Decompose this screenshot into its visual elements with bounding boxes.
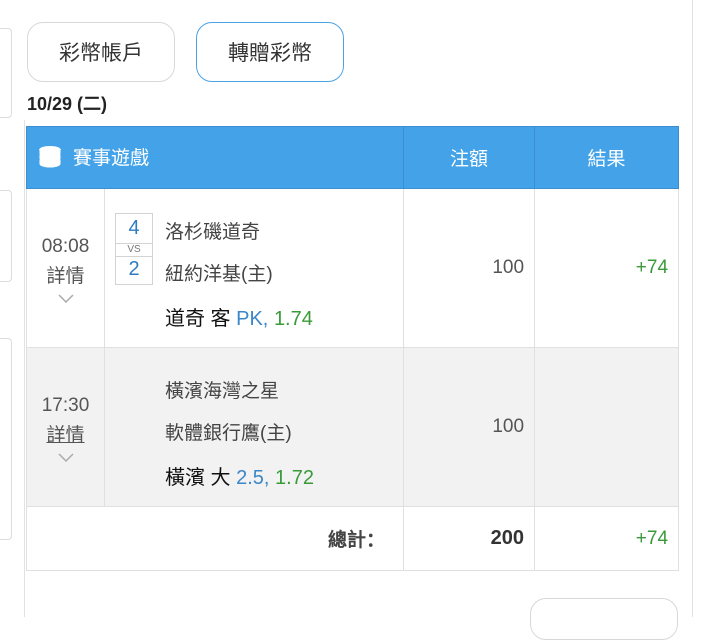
home-score: 4 bbox=[128, 217, 140, 239]
bet-selection: 道奇 客 PK, 1.74 bbox=[165, 302, 313, 331]
bet-total-line: 2.5, bbox=[236, 467, 270, 489]
header-stake: 注額 bbox=[403, 126, 536, 189]
table-row: 08:08 詳情 4 VS 2 洛杉磯道奇 紐約洋基(主) 道奇 客 PK, 1… bbox=[26, 188, 680, 348]
chevron-down-icon[interactable] bbox=[57, 453, 74, 463]
total-row: 總計： 200 +74 bbox=[25, 506, 680, 571]
bet-pick: 道奇 客 bbox=[165, 308, 231, 330]
coin-stack-icon bbox=[38, 145, 62, 169]
vs-label: VS bbox=[116, 243, 152, 257]
team-name: 紐約洋基(主) bbox=[165, 264, 273, 285]
detail-link[interactable]: 詳情 bbox=[46, 266, 84, 287]
total-result: +74 bbox=[534, 506, 680, 571]
detail-link[interactable]: 詳情 bbox=[46, 425, 84, 446]
tab-transfer-coins[interactable]: 轉贈彩幣 bbox=[196, 22, 344, 82]
chevron-down-icon[interactable] bbox=[57, 294, 74, 304]
header-game-label: 賽事遊戲 bbox=[73, 148, 150, 169]
date-label: 10/29 (二) bbox=[27, 94, 108, 114]
stake-cell: 100 bbox=[403, 188, 536, 348]
match-time: 17:30 bbox=[41, 394, 90, 416]
team-name: 橫濱海灣之星 bbox=[165, 381, 280, 402]
bet-odds: 1.72 bbox=[275, 467, 314, 489]
team-name: 軟體銀行鷹(主) bbox=[165, 423, 292, 444]
match-cell: 橫濱海灣之星 軟體銀行鷹(主) 橫濱 大 2.5, 1.72 bbox=[103, 347, 405, 507]
header-result: 結果 bbox=[534, 126, 680, 189]
result-cell: +74 bbox=[534, 188, 680, 348]
time-cell: 17:30 詳情 bbox=[26, 347, 105, 507]
team-name: 洛杉磯道奇 bbox=[165, 222, 261, 243]
pagination-button[interactable] bbox=[530, 598, 678, 640]
header-game: 賽事遊戲 bbox=[25, 126, 405, 189]
left-panel-card bbox=[0, 190, 12, 282]
bet-handicap: PK, bbox=[236, 308, 269, 330]
tab-coin-account[interactable]: 彩幣帳戶 bbox=[27, 22, 175, 82]
bet-selection: 橫濱 大 2.5, 1.72 bbox=[165, 461, 314, 490]
bet-odds: 1.74 bbox=[273, 308, 313, 330]
result-cell bbox=[534, 347, 680, 507]
score-box: 4 VS 2 bbox=[115, 213, 153, 285]
total-stake: 200 bbox=[403, 506, 536, 571]
time-cell: 08:08 詳情 bbox=[26, 188, 105, 348]
bets-table: 賽事遊戲 注額 結果 08:08 詳情 4 VS 2 洛杉磯道奇 紐約洋基(主)… bbox=[25, 126, 680, 571]
match-cell: 4 VS 2 洛杉磯道奇 紐約洋基(主) 道奇 客 PK, 1.74 bbox=[103, 188, 405, 348]
match-time: 08:08 bbox=[41, 235, 90, 257]
stake-cell: 100 bbox=[403, 347, 536, 507]
left-panel-card bbox=[0, 338, 12, 540]
table-row: 17:30 詳情 橫濱海灣之星 軟體銀行鷹(主) 橫濱 大 2.5, 1.72 … bbox=[26, 347, 680, 507]
left-panel-card bbox=[0, 28, 12, 118]
panel-divider bbox=[24, 120, 25, 617]
total-label: 總計： bbox=[25, 506, 405, 571]
bet-pick: 橫濱 大 bbox=[165, 467, 231, 489]
away-score: 2 bbox=[128, 258, 140, 280]
panel-divider bbox=[692, 0, 693, 617]
